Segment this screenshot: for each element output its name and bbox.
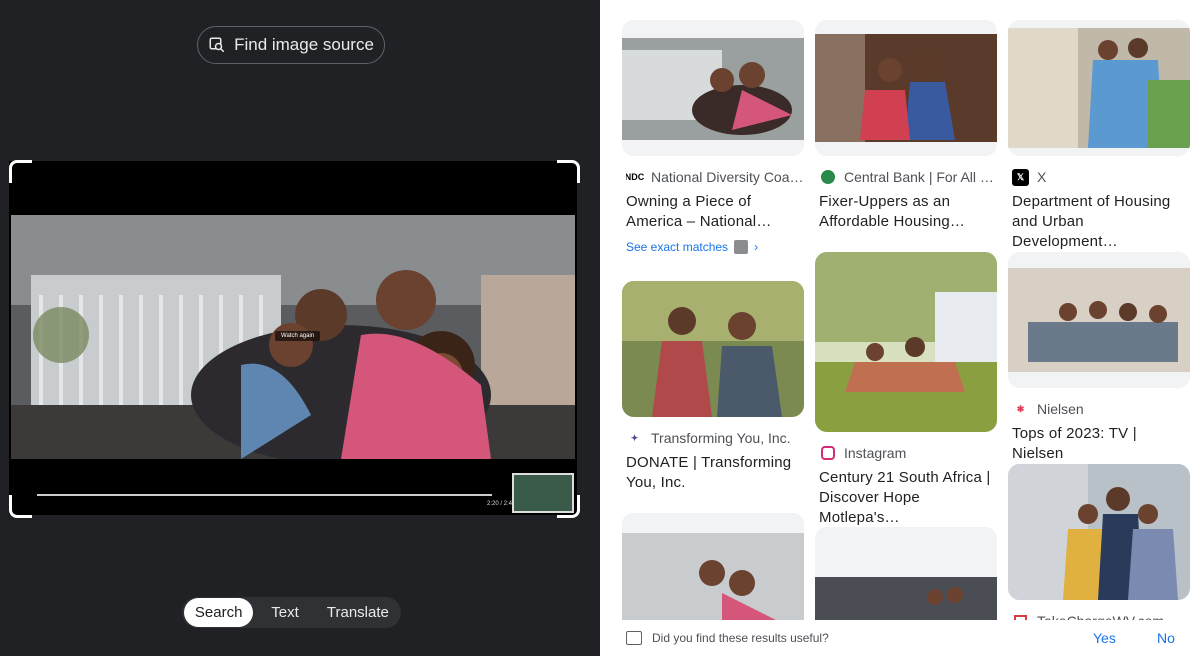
result-title[interactable]: Century 21 South Africa | Discover Hope … [819, 468, 997, 528]
result-card[interactable]: 𝕏 X Department of Housing and Urban Deve… [1008, 20, 1190, 252]
result-source[interactable]: Central Bank | For All … [819, 168, 997, 186]
feedback-yes-button[interactable]: Yes [1093, 630, 1116, 646]
result-title[interactable]: DONATE | Transforming You, Inc. [626, 453, 804, 493]
result-card[interactable]: Instagram Century 21 South Africa | Disc… [815, 252, 997, 528]
result-image[interactable] [1008, 464, 1190, 600]
result-card[interactable]: NDC National Diversity Coa… Owning a Pie… [622, 20, 804, 254]
result-source[interactable]: ✦ Transforming You, Inc. [626, 429, 804, 447]
result-source[interactable]: Instagram [819, 444, 997, 462]
translate-mode-tab[interactable]: Translate [317, 598, 399, 627]
see-exact-matches-link[interactable]: See exact matches › [626, 240, 804, 254]
result-source-name: X [1037, 169, 1047, 185]
result-card[interactable]: Central Bank | For All … Fixer-Uppers as… [815, 20, 997, 232]
feedback-no-button[interactable]: No [1157, 630, 1175, 646]
ndc-favicon-icon: NDC [626, 172, 645, 182]
result-card[interactable]: ✱ Nielsen Tops of 2023: TV | Nielsen [1008, 252, 1190, 464]
nielsen-favicon-icon: ✱ [1016, 403, 1025, 414]
video-time: 2:20 / 2:4 [487, 501, 513, 507]
find-image-source-button[interactable]: Find image source [197, 26, 385, 64]
crop-handle-bottom-right[interactable] [557, 495, 580, 518]
result-source-name: Transforming You, Inc. [651, 430, 791, 446]
crop-handle-top-left[interactable] [9, 160, 32, 183]
transforming-you-favicon-icon: ✦ [630, 432, 639, 443]
x-favicon-icon: 𝕏 [1012, 168, 1029, 186]
central-bank-favicon-icon [819, 169, 836, 186]
result-source[interactable]: ✱ Nielsen [1012, 400, 1190, 418]
search-mode-tab[interactable]: Search [184, 598, 254, 627]
result-title[interactable]: Fixer-Uppers as an Affordable Housing… [819, 192, 997, 232]
crop-handle-bottom-left[interactable] [9, 495, 32, 518]
instagram-favicon-icon [819, 445, 836, 462]
result-image[interactable] [815, 252, 997, 432]
selected-image[interactable]: Watch again 2:20 / 2:4 [9, 161, 577, 515]
result-image[interactable] [622, 20, 804, 156]
result-title[interactable]: Tops of 2023: TV | Nielsen [1012, 424, 1190, 464]
result-source[interactable]: 𝕏 X [1012, 168, 1190, 186]
result-image[interactable] [815, 20, 997, 156]
result-source-name: Instagram [844, 445, 907, 461]
result-source-name: Nielsen [1037, 401, 1084, 417]
lens-mode-switcher: Search Text Translate [182, 597, 401, 628]
result-image[interactable] [622, 281, 804, 417]
result-source[interactable]: NDC National Diversity Coa… [626, 168, 804, 186]
result-card[interactable]: TakeChargeWV.com [1008, 464, 1190, 630]
result-card[interactable]: ✦ Transforming You, Inc. DONATE | Transf… [622, 281, 804, 493]
find-image-source-label: Find image source [234, 35, 374, 54]
watch-again-label: Watch again [275, 331, 321, 341]
feedback-question: Did you find these results useful? [652, 631, 829, 645]
text-mode-tab[interactable]: Text [253, 598, 316, 627]
feedback-bar: Did you find these results useful? Yes N… [600, 620, 1200, 656]
see-exact-matches-label: See exact matches [626, 240, 729, 254]
result-title[interactable]: Owning a Piece of America – National… [626, 192, 804, 232]
chevron-right-icon: › [754, 240, 759, 254]
result-source-name: National Diversity Coa… [651, 169, 804, 185]
feedback-icon [626, 631, 642, 645]
result-image[interactable] [1008, 20, 1190, 156]
image-search-icon [209, 37, 225, 53]
video-progress-bar[interactable] [37, 494, 492, 496]
exact-match-thumbnail [734, 240, 749, 254]
result-title[interactable]: Department of Housing and Urban Developm… [1012, 192, 1190, 252]
result-source-name: Central Bank | For All … [844, 169, 994, 185]
crop-handle-top-right[interactable] [557, 160, 580, 183]
result-image[interactable] [1008, 252, 1190, 388]
lens-image-panel: Find image source Watch again 2:20 / 2:4 [0, 0, 600, 656]
results-panel: NDC National Diversity Coa… Owning a Pie… [600, 0, 1200, 656]
